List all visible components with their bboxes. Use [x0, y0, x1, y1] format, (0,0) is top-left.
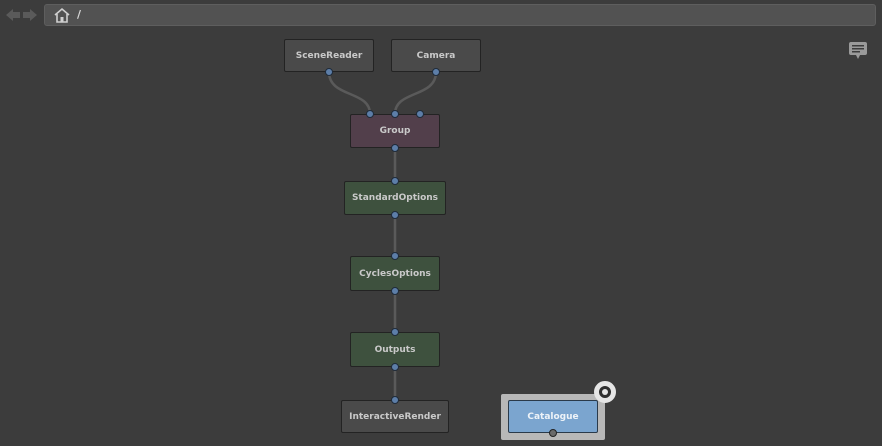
plug-group-out[interactable]	[391, 144, 399, 152]
plug-cyclesoptions-out[interactable]	[391, 287, 399, 295]
plug-outputs-out[interactable]	[391, 363, 399, 371]
plug-standardoptions-in[interactable]	[391, 177, 399, 185]
plug-cyclesoptions-in[interactable]	[391, 252, 399, 260]
plug-catalogue-out[interactable]	[549, 429, 557, 437]
plug-camera-out[interactable]	[432, 68, 440, 76]
plug-standardoptions-out[interactable]	[391, 211, 399, 219]
plug-group-in-2[interactable]	[416, 110, 424, 118]
plug-group-in-0[interactable]	[366, 110, 374, 118]
plug-group-in-1[interactable]	[391, 110, 399, 118]
plug-outputs-in[interactable]	[391, 328, 399, 336]
plugs	[325, 68, 557, 437]
plug-interactiverender-in[interactable]	[391, 396, 399, 404]
plug-scenereader-out[interactable]	[325, 68, 333, 76]
